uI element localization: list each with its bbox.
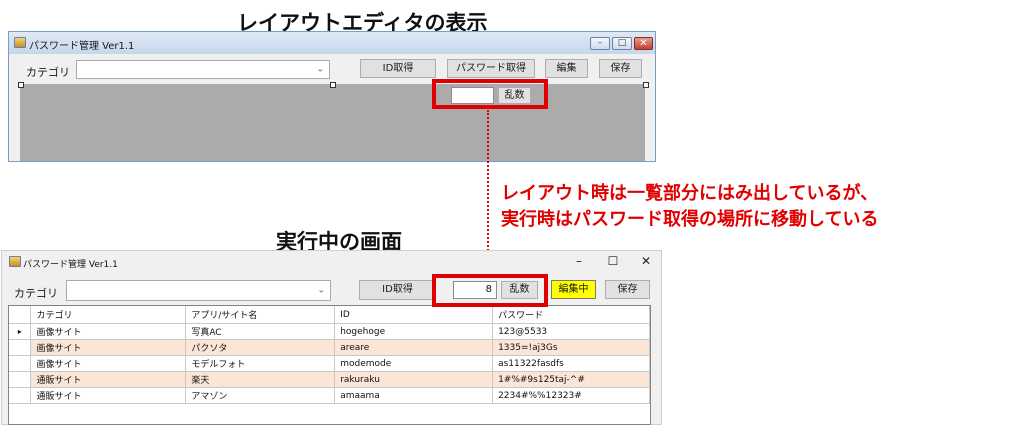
save-button[interactable]: 保存	[605, 280, 650, 299]
designer-highlight-box	[432, 79, 548, 109]
cell-password[interactable]: 123@5533	[492, 323, 650, 340]
datagrid-placeholder	[20, 84, 645, 161]
row-header[interactable]	[9, 339, 32, 356]
cell-category[interactable]: 画像サイト	[30, 323, 187, 340]
cell-password[interactable]: as11322fasdfs	[492, 355, 650, 372]
table-row[interactable]: 画像サイト パクソタ areare 1335=!aj3Gs	[9, 339, 650, 356]
table-row[interactable]: 通販サイト アマゾン amaama 2234#%%12323#	[9, 387, 650, 404]
table-row[interactable]: ▸ 画像サイト 写真AC hogehoge 123@5533	[9, 323, 650, 340]
cell-site[interactable]: パクソタ	[185, 339, 336, 356]
get-password-button[interactable]: パスワード取得	[447, 59, 535, 78]
column-header-id[interactable]: ID	[334, 306, 494, 324]
edit-button[interactable]: 編集	[545, 59, 588, 78]
column-header-category[interactable]: カテゴリ	[30, 306, 187, 324]
save-button[interactable]: 保存	[599, 59, 642, 78]
chevron-down-icon[interactable]: ⌄	[316, 64, 324, 74]
annotation-text-line1: レイアウト時は一覧部分にはみ出しているが、	[501, 183, 879, 204]
cell-category[interactable]: 画像サイト	[30, 339, 187, 356]
minimize-icon[interactable]: –	[590, 37, 610, 50]
row-header[interactable]	[9, 387, 32, 404]
edit-button[interactable]: 編集中	[551, 280, 596, 299]
cell-id[interactable]: modemode	[334, 355, 494, 372]
row-header-corner[interactable]	[9, 306, 32, 324]
category-label: カテゴリ	[26, 66, 70, 79]
category-combobox[interactable]: ⌄	[76, 60, 330, 79]
column-header-password[interactable]: パスワード	[492, 306, 650, 324]
cell-site[interactable]: 写真AC	[185, 323, 336, 340]
category-label: カテゴリ	[14, 287, 58, 300]
get-id-button[interactable]: ID取得	[360, 59, 436, 78]
annotation-dotted-line	[487, 110, 489, 262]
category-combobox[interactable]: ⌄	[66, 280, 331, 301]
cell-site[interactable]: モデルフォト	[185, 355, 336, 372]
get-id-button[interactable]: ID取得	[359, 280, 436, 300]
window-title: パスワード管理 Ver1.1	[29, 41, 135, 52]
cell-id[interactable]: areare	[334, 339, 494, 356]
grid-table: カテゴリ アプリ/サイト名 ID パスワード ▸ 画像サイト 写真AC hoge…	[9, 306, 650, 404]
resize-handle[interactable]	[330, 82, 336, 88]
close-icon[interactable]: ✕	[636, 254, 656, 268]
window-title: パスワード管理 Ver1.1	[23, 260, 118, 270]
current-row-icon: ▸	[9, 323, 32, 340]
cell-id[interactable]: rakuraku	[334, 371, 494, 388]
chevron-down-icon[interactable]: ⌄	[317, 285, 325, 295]
minimize-icon[interactable]: –	[569, 254, 589, 268]
cell-site[interactable]: 楽天	[185, 371, 336, 388]
close-icon[interactable]: ✕	[634, 37, 653, 50]
designer-window: パスワード管理 Ver1.1 – □ ✕ カテゴリ ⌄ ID取得 パスワード取得…	[8, 31, 656, 162]
cell-category[interactable]: 通販サイト	[30, 387, 187, 404]
cell-category[interactable]: 画像サイト	[30, 355, 187, 372]
column-header-site[interactable]: アプリ/サイト名	[185, 306, 336, 324]
password-grid[interactable]: カテゴリ アプリ/サイト名 ID パスワード ▸ 画像サイト 写真AC hoge…	[8, 305, 651, 425]
designer-titlebar: パスワード管理 Ver1.1 – □ ✕	[9, 32, 655, 54]
row-header[interactable]	[9, 355, 32, 372]
app-icon	[14, 37, 26, 48]
grid-header-row: カテゴリ アプリ/サイト名 ID パスワード	[9, 306, 650, 324]
cell-password[interactable]: 1#%#9s125taj-^#	[492, 371, 650, 388]
app-icon	[9, 256, 21, 267]
resize-handle[interactable]	[18, 82, 24, 88]
resize-handle[interactable]	[643, 82, 649, 88]
cell-password[interactable]: 2234#%%12323#	[492, 387, 650, 404]
table-row[interactable]: 通販サイト 楽天 rakuraku 1#%#9s125taj-^#	[9, 371, 650, 388]
maximize-icon[interactable]: ☐	[603, 254, 623, 268]
cell-category[interactable]: 通販サイト	[30, 371, 187, 388]
cell-password[interactable]: 1335=!aj3Gs	[492, 339, 650, 356]
cell-site[interactable]: アマゾン	[185, 387, 336, 404]
maximize-icon[interactable]: □	[612, 37, 632, 50]
row-header[interactable]	[9, 371, 32, 388]
cell-id[interactable]: amaama	[334, 387, 494, 404]
runtime-highlight-box	[432, 274, 548, 307]
annotation-text-line2: 実行時はパスワード取得の場所に移動している	[501, 209, 879, 230]
table-row[interactable]: 画像サイト モデルフォト modemode as11322fasdfs	[9, 355, 650, 372]
cell-id[interactable]: hogehoge	[334, 323, 494, 340]
